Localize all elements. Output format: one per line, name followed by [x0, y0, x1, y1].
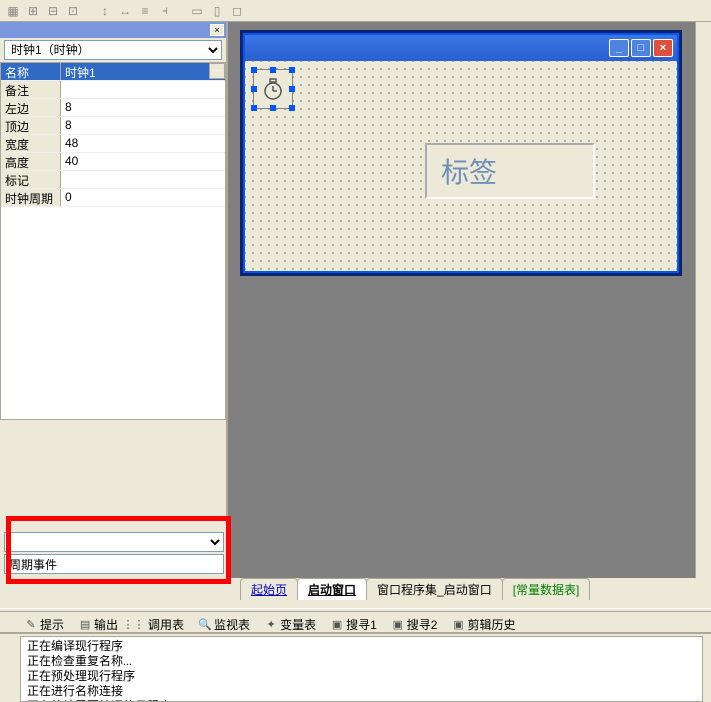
hint-icon: ✎	[24, 617, 38, 631]
output-line: 正在进行名称连接	[27, 684, 696, 699]
var-icon: ✦	[264, 617, 278, 631]
form-titlebar: _ □ ×	[245, 35, 677, 61]
timer-control[interactable]	[253, 69, 293, 109]
document-tabs: 起始页 启动窗口 窗口程序集_启动窗口 [常量数据表]	[240, 580, 589, 600]
prop-label: 高度	[1, 153, 61, 170]
toolbar-button[interactable]: ◻	[228, 2, 246, 20]
bottom-tab-search1[interactable]: ▣搜寻1	[326, 615, 381, 634]
call-icon: ⋮⋮⋮	[132, 617, 146, 631]
main-area: × 时钟1（时钟） 名称 时钟1··· 备注 左边 8 顶边 8	[0, 22, 711, 578]
prop-label: 宽度	[1, 135, 61, 152]
object-selector[interactable]: 时钟1（时钟）	[4, 40, 222, 60]
tab-startup-window[interactable]: 启动窗口	[297, 578, 367, 600]
form-designer[interactable]: _ □ × 标签	[240, 30, 682, 276]
selection-handle[interactable]	[251, 86, 257, 92]
prop-label: 左边	[1, 99, 61, 116]
toolbar-button[interactable]: ↕	[96, 2, 114, 20]
bottom-tab-clip[interactable]: ▣剪辑历史	[447, 615, 519, 634]
panel-header: ×	[0, 22, 226, 38]
property-panel: × 时钟1（时钟） 名称 时钟1··· 备注 左边 8 顶边 8	[0, 22, 228, 578]
object-selector-row: 时钟1（时钟）	[0, 38, 226, 62]
clock-icon	[261, 77, 285, 101]
prop-value[interactable]: 8	[61, 117, 225, 134]
bottom-tab-hint[interactable]: ✎提示	[20, 615, 68, 634]
label-control[interactable]: 标签	[425, 143, 595, 199]
prop-label: 备注	[1, 81, 61, 98]
bottom-tab-calltable[interactable]: ⋮⋮⋮调用表	[128, 615, 188, 634]
bottom-tabs: ✎提示 ▤输出 ⋮⋮⋮调用表 🔍监视表 ✦变量表 ▣搜寻1 ▣搜寻2 ▣剪辑历史	[20, 614, 519, 634]
prop-label: 标记	[1, 171, 61, 188]
selection-handle[interactable]	[289, 86, 295, 92]
panel-close-button[interactable]: ×	[210, 24, 224, 36]
toolbar-button[interactable]: ▭	[188, 2, 206, 20]
bottom-tab-watch[interactable]: 🔍监视表	[194, 615, 254, 634]
prop-row[interactable]: 宽度 48	[1, 135, 225, 153]
bottom-tab-vars[interactable]: ✦变量表	[260, 615, 320, 634]
minimize-button[interactable]: _	[609, 39, 629, 57]
toolbar-button[interactable]: ⊞	[24, 2, 42, 20]
event-area	[0, 528, 228, 578]
maximize-button[interactable]: □	[631, 39, 651, 57]
prop-row[interactable]: 名称 时钟1···	[1, 63, 225, 81]
vertical-scrollbar[interactable]	[695, 22, 711, 578]
prop-value[interactable]: 8	[61, 99, 225, 116]
prop-row[interactable]: 左边 8	[1, 99, 225, 117]
search-icon: ▣	[330, 617, 344, 631]
prop-label: 时钟周期	[1, 189, 61, 206]
watch-icon: 🔍	[198, 617, 212, 631]
prop-value[interactable]: 时钟1···	[61, 63, 225, 80]
selection-handle[interactable]	[251, 105, 257, 111]
tab-window-assembly[interactable]: 窗口程序集_启动窗口	[366, 578, 503, 600]
top-toolbar: ▦ ⊞ ⊟ ⊡ ↕ ↔ ≡ ⫞ ▭ ▯ ◻	[0, 0, 711, 22]
toolbar-button[interactable]: ⫞	[156, 2, 174, 20]
property-grid[interactable]: 名称 时钟1··· 备注 左边 8 顶边 8 宽度 48 高度 40	[0, 62, 226, 420]
prop-ellipsis-button[interactable]: ···	[209, 63, 225, 79]
selection-handle[interactable]	[251, 67, 257, 73]
toolbar-button[interactable]: ↔	[116, 2, 134, 20]
event-input[interactable]	[4, 554, 224, 574]
bottom-tab-search2[interactable]: ▣搜寻2	[387, 615, 442, 634]
prop-row[interactable]: 时钟周期 0	[1, 189, 225, 207]
prop-row[interactable]: 标记	[1, 171, 225, 189]
search-icon: ▣	[391, 617, 405, 631]
output-line: 正在编译现行程序	[27, 639, 696, 654]
prop-value[interactable]: 40	[61, 153, 225, 170]
tab-start-page[interactable]: 起始页	[240, 578, 298, 600]
toolbar-button[interactable]: ▯	[208, 2, 226, 20]
output-panel[interactable]: 正在编译现行程序 正在检查重复名称... 正在预处理现行程序 正在进行名称连接 …	[20, 636, 703, 702]
clip-icon: ▣	[451, 617, 465, 631]
prop-row[interactable]: 顶边 8	[1, 117, 225, 135]
prop-label: 名称	[1, 63, 61, 80]
selection-handle[interactable]	[270, 105, 276, 111]
event-combo[interactable]	[4, 532, 224, 552]
tab-const-table[interactable]: [常量数据表]	[502, 578, 591, 600]
form-inner: _ □ × 标签	[243, 33, 679, 273]
output-line: 正在检查重复名称...	[27, 654, 696, 669]
selection-handle[interactable]	[289, 67, 295, 73]
toolbar-button[interactable]: ⊟	[44, 2, 62, 20]
divider	[0, 608, 711, 612]
design-surface[interactable]: _ □ × 标签	[228, 22, 711, 578]
prop-row[interactable]: 高度 40	[1, 153, 225, 171]
toolbar-button[interactable]: ▦	[4, 2, 22, 20]
divider	[0, 632, 711, 634]
prop-label: 顶边	[1, 117, 61, 134]
prop-value[interactable]	[61, 81, 225, 98]
output-line: 正在预处理现行程序	[27, 669, 696, 684]
prop-row[interactable]: 备注	[1, 81, 225, 99]
toolbar-button[interactable]: ⊡	[64, 2, 82, 20]
prop-value[interactable]	[61, 171, 225, 188]
bottom-tab-output[interactable]: ▤输出	[74, 615, 122, 634]
toolbar-button[interactable]: ≡	[136, 2, 154, 20]
output-icon: ▤	[78, 617, 92, 631]
selection-handle[interactable]	[270, 67, 276, 73]
selection-handle[interactable]	[289, 105, 295, 111]
prop-value[interactable]: 0	[61, 189, 225, 206]
close-button[interactable]: ×	[653, 39, 673, 57]
prop-value[interactable]: 48	[61, 135, 225, 152]
form-client[interactable]: 标签	[245, 61, 677, 271]
